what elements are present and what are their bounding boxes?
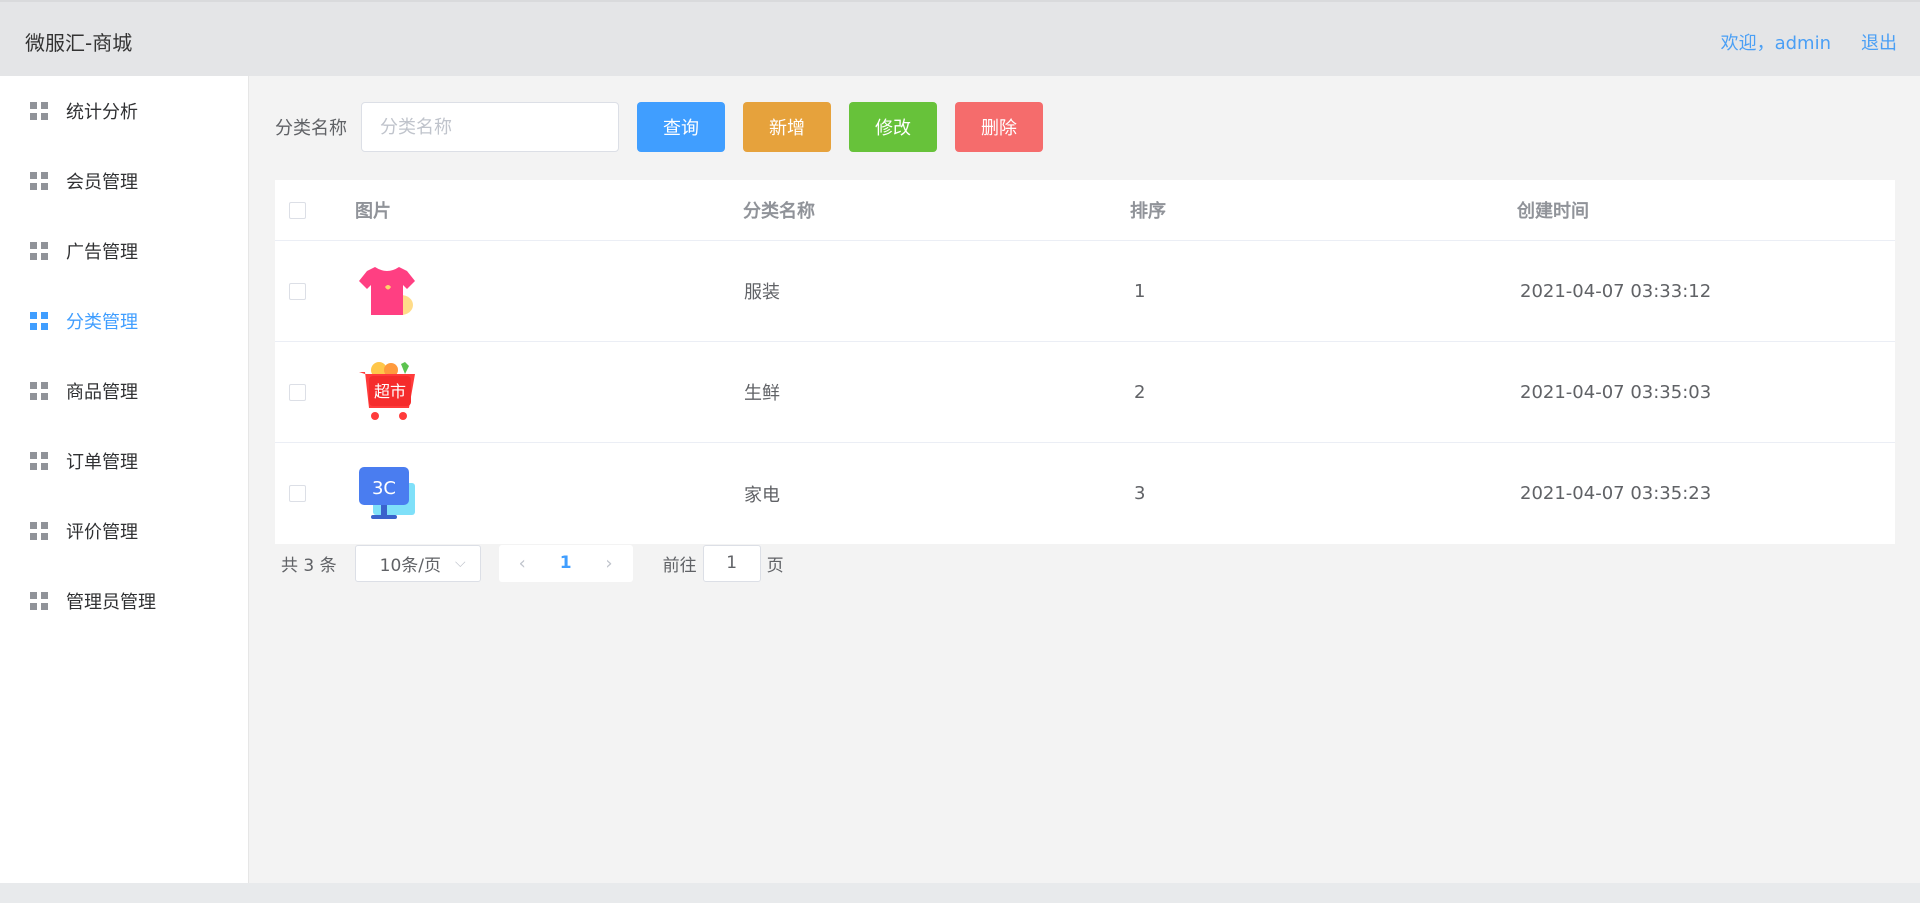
sidebar-item-products[interactable]: 商品管理 <box>0 356 248 426</box>
page-number-current[interactable]: 1 <box>560 553 572 573</box>
row-checkbox[interactable] <box>289 485 306 502</box>
prev-page-icon[interactable]: ‹ <box>519 553 526 574</box>
sidebar-item-orders[interactable]: 订单管理 <box>0 426 248 496</box>
category-created: 2021-04-07 03:35:03 <box>1520 381 1712 403</box>
category-name: 家电 <box>744 484 780 506</box>
query-button[interactable]: 查询 <box>637 102 725 152</box>
sidebar-item-reviews[interactable]: 评价管理 <box>0 496 248 566</box>
delete-button[interactable]: 删除 <box>955 102 1043 152</box>
search-toolbar: 分类名称 查询 新增 修改 删除 <box>275 102 1043 152</box>
pagination: 共 3 条 10条/页 ⌵ ‹ 1 › 前往 页 <box>275 544 784 582</box>
category-sort: 1 <box>1134 280 1146 302</box>
monitor-icon-text: 3C <box>372 478 396 499</box>
sidebar-item-categories[interactable]: 分类管理 <box>0 286 248 356</box>
table-row[interactable]: 超市 生鲜 2 2021-04-07 03:35:03 <box>275 342 1895 443</box>
header-user-area: 欢迎，admin 退出 <box>1721 29 1897 55</box>
sidebar-item-label: 商品管理 <box>66 382 138 403</box>
grid-icon <box>30 172 48 190</box>
sidebar-item-label: 管理员管理 <box>66 592 156 613</box>
category-created: 2021-04-07 03:33:12 <box>1520 280 1712 302</box>
edit-button[interactable]: 修改 <box>849 102 937 152</box>
supermarket-cart-icon: 超市 <box>359 362 415 420</box>
page-size-value: 10条/页 <box>379 555 441 576</box>
column-header-image: 图片 <box>355 201 391 222</box>
category-name: 生鲜 <box>744 383 780 404</box>
select-all-checkbox[interactable] <box>289 201 306 219</box>
row-checkbox[interactable] <box>289 383 306 401</box>
page-size-select[interactable]: 10条/页 ⌵ <box>354 544 481 582</box>
cart-icon-text: 超市 <box>374 382 406 401</box>
sidebar-item-label: 会员管理 <box>66 172 138 193</box>
monitor-3c-icon: 3C <box>359 467 415 519</box>
add-button[interactable]: 新增 <box>743 102 831 152</box>
table-row[interactable]: 服装 1 2021-04-07 03:33:12 <box>275 241 1895 342</box>
tshirt-icon <box>359 267 415 315</box>
category-created: 2021-04-07 03:35:23 <box>1520 483 1712 504</box>
grid-icon <box>30 522 48 540</box>
top-header: 微服汇-商城 欢迎，admin 退出 <box>0 0 1920 76</box>
pagination-total: 共 3 条 <box>281 555 337 576</box>
sidebar-item-statistics[interactable]: 统计分析 <box>0 76 248 146</box>
sidebar-item-label: 统计分析 <box>66 102 138 123</box>
category-table: 图片 分类名称 排序 创建时间 服装 1 2021-04-07 03:33:12 <box>275 180 1895 544</box>
row-checkbox[interactable] <box>289 282 306 300</box>
main-content: 分类名称 查询 新增 修改 删除 图片 分类名称 排序 创建时间 服装 1 20… <box>250 76 1920 883</box>
grid-icon <box>30 382 48 400</box>
goto-prefix: 前往 <box>662 555 697 576</box>
column-header-sort: 排序 <box>1130 201 1166 222</box>
welcome-user-link[interactable]: 欢迎，admin <box>1721 29 1831 55</box>
next-page-icon[interactable]: › <box>605 553 612 574</box>
goto-page-input[interactable] <box>702 544 761 582</box>
category-sort: 3 <box>1134 483 1146 504</box>
category-name: 服装 <box>744 282 780 303</box>
column-header-name: 分类名称 <box>743 201 815 222</box>
goto-suffix: 页 <box>766 555 784 576</box>
table-row[interactable]: 3C 家电 3 2021-04-07 03:35:23 <box>275 443 1895 544</box>
chevron-down-icon: ⌵ <box>455 555 466 571</box>
table-header: 图片 分类名称 排序 创建时间 <box>275 180 1895 241</box>
bottom-bar <box>0 883 1920 903</box>
category-sort: 2 <box>1134 381 1146 403</box>
sidebar-item-ads[interactable]: 广告管理 <box>0 216 248 286</box>
sidebar-item-label: 广告管理 <box>66 242 138 263</box>
grid-icon <box>30 102 48 120</box>
column-header-created: 创建时间 <box>1517 201 1589 222</box>
sidebar-item-admins[interactable]: 管理员管理 <box>0 566 248 636</box>
grid-icon <box>30 452 48 470</box>
sidebar-item-members[interactable]: 会员管理 <box>0 146 248 216</box>
grid-icon <box>30 242 48 260</box>
sidebar-item-label: 订单管理 <box>66 452 138 473</box>
grid-icon <box>30 312 48 330</box>
sidebar-menu: 统计分析 会员管理 广告管理 分类管理 商品管理 订单管理 评价管理 管理员管理 <box>0 76 249 883</box>
sidebar-item-label: 分类管理 <box>66 312 138 333</box>
grid-icon <box>30 592 48 610</box>
page-navigator: ‹ 1 › <box>498 544 633 582</box>
brand-title: 微服汇-商城 <box>25 31 133 55</box>
logout-link[interactable]: 退出 <box>1861 29 1897 55</box>
search-label: 分类名称 <box>275 118 347 139</box>
category-name-search-input[interactable] <box>361 102 619 152</box>
sidebar-item-label: 评价管理 <box>66 522 138 543</box>
